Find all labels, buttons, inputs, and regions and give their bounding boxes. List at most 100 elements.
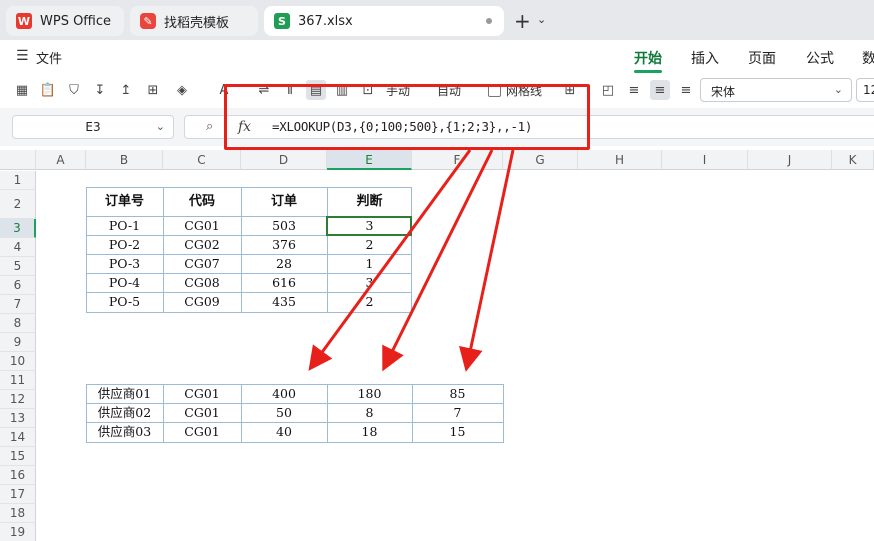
table-cell[interactable]: 503 — [241, 216, 327, 235]
shapes-icon[interactable]: ◰ — [598, 80, 618, 100]
table-cell[interactable]: 28 — [241, 254, 327, 273]
column-header-g[interactable]: G — [503, 150, 578, 170]
column-header-d[interactable]: D — [241, 150, 327, 170]
row-header-19[interactable]: 19 — [0, 523, 36, 541]
row-header-15[interactable]: 15 — [0, 447, 36, 466]
table-cell[interactable]: 供应商02 — [86, 403, 163, 422]
row-header-16[interactable]: 16 — [0, 466, 36, 485]
row-header-17[interactable]: 17 — [0, 485, 36, 504]
filter-icon[interactable]: ⛉ — [64, 80, 84, 100]
table-cell[interactable]: 供应商01 — [86, 384, 163, 403]
unsaved-dot-icon[interactable] — [486, 18, 492, 24]
table-cell[interactable]: CG01 — [163, 422, 241, 441]
table-cell[interactable]: 616 — [241, 273, 327, 292]
font-size-select[interactable]: 12 — [856, 78, 874, 102]
tab-wps-office[interactable]: W WPS Office — [6, 6, 124, 36]
table-cell[interactable]: CG02 — [163, 235, 241, 254]
table-cell[interactable]: PO-3 — [86, 254, 163, 273]
column-header-i[interactable]: I — [662, 150, 748, 170]
table-cell[interactable]: 40 — [241, 422, 327, 441]
column-header-h[interactable]: H — [578, 150, 662, 170]
row-header-9[interactable]: 9 — [0, 333, 36, 352]
row-header-13[interactable]: 13 — [0, 409, 36, 428]
wps-spreadsheet-window: W WPS Office ✎ 找稻壳模板 S 367.xlsx + ⌄ ☰ 文件… — [0, 0, 874, 541]
column-header-e[interactable]: E — [327, 150, 412, 170]
table-cell[interactable]: 供应商03 — [86, 422, 163, 441]
row-header-7[interactable]: 7 — [0, 295, 36, 314]
row-header-6[interactable]: 6 — [0, 276, 36, 295]
column-header-f[interactable]: F — [412, 150, 503, 170]
table-cell[interactable]: PO-4 — [86, 273, 163, 292]
sort-ascending-icon[interactable]: ↧ — [90, 80, 110, 100]
column-header-b[interactable]: B — [86, 150, 163, 170]
hamburger-menu-icon[interactable]: ☰ — [16, 48, 29, 64]
order-table-header[interactable]: 订单号 — [86, 187, 163, 216]
active-cell-e3[interactable] — [326, 216, 412, 236]
table-cell[interactable]: 180 — [327, 384, 412, 403]
table-cell[interactable]: 400 — [241, 384, 327, 403]
table-cell[interactable]: 8 — [327, 403, 412, 422]
select-all-corner[interactable] — [0, 150, 36, 170]
tab-data[interactable]: 数 — [862, 48, 874, 68]
table-cell[interactable]: CG07 — [163, 254, 241, 273]
zoom-search-icon[interactable]: ⌕ — [206, 119, 213, 134]
table-cell[interactable]: PO-5 — [86, 292, 163, 311]
table-cell[interactable]: 15 — [412, 422, 503, 441]
row-header-4[interactable]: 4 — [0, 238, 36, 257]
row-header-18[interactable]: 18 — [0, 504, 36, 523]
table-cell[interactable]: PO-1 — [86, 216, 163, 235]
table-cell[interactable]: 435 — [241, 292, 327, 311]
paste-icon[interactable]: 📋 — [38, 80, 58, 100]
tab-page[interactable]: 页面 — [748, 48, 776, 68]
table-cell[interactable]: PO-2 — [86, 235, 163, 254]
order-table-header[interactable]: 订单 — [241, 187, 327, 216]
sort-descending-icon[interactable]: ↥ — [116, 80, 136, 100]
table-cell[interactable]: 18 — [327, 422, 412, 441]
font-family-select[interactable]: 宋体 ⌄ — [700, 78, 852, 102]
table-cell[interactable]: 85 — [412, 384, 503, 403]
table-cell[interactable]: 3 — [327, 273, 412, 292]
table-cell[interactable]: CG01 — [163, 403, 241, 422]
table-cell[interactable]: 2 — [327, 292, 412, 311]
row-header-14[interactable]: 14 — [0, 428, 36, 447]
name-box[interactable]: E3 ⌄ — [12, 115, 174, 139]
borders-icon[interactable]: ⊞ — [143, 80, 163, 100]
column-header-j[interactable]: J — [748, 150, 832, 170]
column-header-k[interactable]: K — [832, 150, 874, 170]
file-menu[interactable]: 文件 — [36, 48, 62, 67]
order-table-header[interactable]: 代码 — [163, 187, 241, 216]
table-cell[interactable]: CG01 — [163, 216, 241, 235]
row-header-12[interactable]: 12 — [0, 390, 36, 409]
table-gridline — [163, 384, 164, 443]
row-header-2[interactable]: 2 — [0, 190, 36, 219]
align-right-icon[interactable]: ≡ — [676, 80, 696, 100]
row-header-3[interactable]: 3 — [0, 219, 36, 238]
table-cell[interactable]: 7 — [412, 403, 503, 422]
row-header-11[interactable]: 11 — [0, 371, 36, 390]
align-left-icon[interactable]: ≡ — [624, 80, 644, 100]
table-cell[interactable]: CG01 — [163, 384, 241, 403]
align-center-icon[interactable]: ≡ — [650, 80, 670, 100]
tab-workbook[interactable]: S 367.xlsx — [264, 6, 504, 36]
table-cell[interactable]: CG09 — [163, 292, 241, 311]
tab-formulas[interactable]: 公式 — [806, 48, 834, 68]
row-header-5[interactable]: 5 — [0, 257, 36, 276]
table-cell[interactable]: CG08 — [163, 273, 241, 292]
column-header-c[interactable]: C — [163, 150, 241, 170]
table-cell[interactable]: 50 — [241, 403, 327, 422]
column-header-a[interactable]: A — [36, 150, 86, 170]
row-header-10[interactable]: 10 — [0, 352, 36, 371]
row-header-1[interactable]: 1 — [0, 171, 36, 190]
table-cell[interactable]: 2 — [327, 235, 412, 254]
tab-home[interactable]: 开始 — [634, 48, 662, 68]
fill-color-icon[interactable]: ◈ — [172, 80, 192, 100]
number-format-icon[interactable]: ▦ — [12, 80, 32, 100]
table-cell[interactable]: 1 — [327, 254, 412, 273]
row-header-8[interactable]: 8 — [0, 314, 36, 333]
chevron-down-icon[interactable]: ⌄ — [537, 13, 546, 26]
new-tab-plus-icon[interactable]: + — [514, 9, 531, 33]
tab-insert[interactable]: 插入 — [691, 48, 719, 68]
table-cell[interactable]: 376 — [241, 235, 327, 254]
order-table-header[interactable]: 判断 — [327, 187, 412, 216]
tab-daoke-templates[interactable]: ✎ 找稻壳模板 — [130, 6, 258, 36]
